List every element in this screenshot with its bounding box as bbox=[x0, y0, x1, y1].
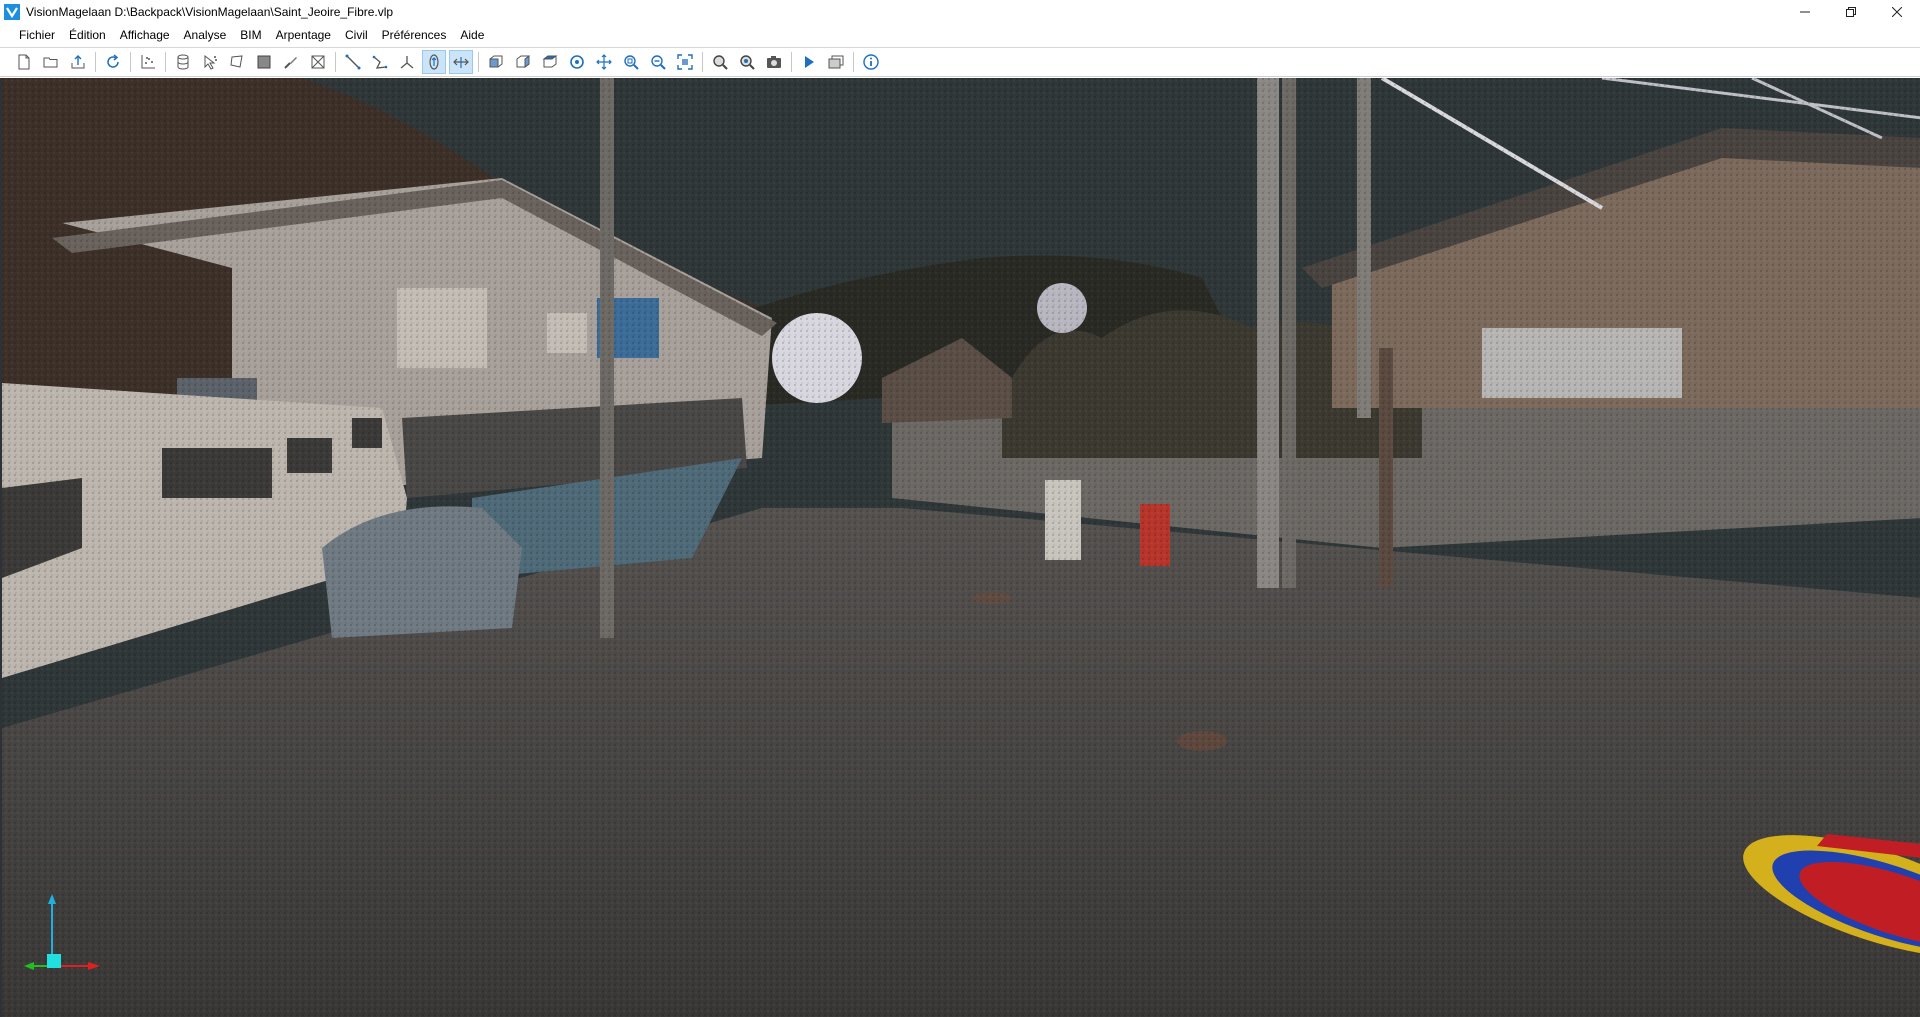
rotate-view-button[interactable] bbox=[565, 50, 589, 74]
select-points-button[interactable] bbox=[198, 50, 222, 74]
play-icon bbox=[805, 56, 814, 68]
zoom-extents-button[interactable] bbox=[673, 50, 697, 74]
restore-button[interactable] bbox=[1828, 0, 1874, 24]
pan-mode-icon bbox=[453, 57, 469, 68]
select-points-icon bbox=[204, 54, 217, 70]
measure-polyline-icon bbox=[372, 55, 388, 69]
scatter-plot-icon bbox=[141, 55, 155, 69]
edit-points-icon bbox=[284, 57, 297, 69]
toolbar-separator bbox=[95, 52, 96, 72]
view-side-icon bbox=[516, 55, 530, 68]
rotate-view-icon bbox=[570, 55, 584, 69]
search-button[interactable] bbox=[708, 50, 732, 74]
title-bar: VisionMagelaan D:\Backpack\VisionMagelaa… bbox=[0, 0, 1920, 24]
toolbar-separator bbox=[791, 52, 792, 72]
window-title: VisionMagelaan D:\Backpack\VisionMagelaa… bbox=[26, 5, 394, 19]
move-view-button[interactable] bbox=[592, 50, 616, 74]
info-icon bbox=[863, 54, 879, 70]
close-button[interactable] bbox=[1874, 0, 1920, 24]
move-view-icon bbox=[596, 54, 612, 70]
toolbar-separator bbox=[853, 52, 854, 72]
zoom-out-icon bbox=[651, 55, 666, 70]
search-icon bbox=[713, 55, 728, 70]
scatter-plot-button[interactable] bbox=[136, 50, 160, 74]
point-cloud-viewport[interactable] bbox=[0, 78, 1920, 1017]
camera-button[interactable] bbox=[762, 50, 786, 74]
measure-distance-icon bbox=[345, 54, 361, 70]
windows-button[interactable] bbox=[824, 50, 848, 74]
windows-icon bbox=[828, 55, 844, 69]
target-search-icon bbox=[740, 55, 755, 70]
toolbar-separator bbox=[335, 52, 336, 72]
view-side-button[interactable] bbox=[511, 50, 535, 74]
edit-points-button[interactable] bbox=[279, 50, 303, 74]
menu-analyse[interactable]: Analyse bbox=[177, 24, 234, 46]
measure-polyline-button[interactable] bbox=[368, 50, 392, 74]
database-button[interactable] bbox=[171, 50, 195, 74]
minimize-button[interactable] bbox=[1782, 0, 1828, 24]
refresh-button[interactable] bbox=[101, 50, 125, 74]
coordinate-axes-button[interactable] bbox=[395, 50, 419, 74]
camera-icon bbox=[767, 56, 781, 68]
toolbar-separator bbox=[130, 52, 131, 72]
target-search-button[interactable] bbox=[735, 50, 759, 74]
toolbar-separator bbox=[165, 52, 166, 72]
zoom-window-button[interactable] bbox=[619, 50, 643, 74]
menu-affichage[interactable]: Affichage bbox=[113, 24, 177, 46]
clip-box-button[interactable] bbox=[252, 50, 276, 74]
open-file-button[interactable] bbox=[39, 50, 63, 74]
segment-button[interactable] bbox=[306, 50, 330, 74]
info-button[interactable] bbox=[859, 50, 883, 74]
restore-icon bbox=[1846, 7, 1856, 17]
clip-box-icon bbox=[257, 55, 271, 69]
orbit-mode-icon bbox=[429, 54, 439, 70]
toolbar-separator bbox=[478, 52, 479, 72]
menu-bim[interactable]: BIM bbox=[233, 24, 268, 46]
menu-fichier[interactable]: Fichier bbox=[12, 24, 62, 46]
new-file-icon bbox=[18, 54, 30, 70]
orbit-mode-button[interactable] bbox=[422, 50, 446, 74]
window-controls bbox=[1782, 0, 1920, 24]
close-icon bbox=[1892, 7, 1902, 17]
coordinate-axes-icon bbox=[400, 56, 414, 69]
new-file-button[interactable] bbox=[12, 50, 36, 74]
toolbar-separator bbox=[702, 52, 703, 72]
zoom-extents-icon bbox=[677, 54, 693, 70]
refresh-icon bbox=[107, 54, 119, 68]
minimize-icon bbox=[1800, 11, 1810, 13]
main-toolbar bbox=[0, 47, 1920, 77]
view-top-icon bbox=[542, 55, 558, 68]
zoom-window-icon bbox=[624, 55, 639, 70]
view-top-button[interactable] bbox=[538, 50, 562, 74]
view-front-button[interactable] bbox=[484, 50, 508, 74]
visionmagelaan-logo-icon bbox=[4, 4, 20, 20]
view-front-icon bbox=[489, 55, 503, 68]
zoom-out-button[interactable] bbox=[646, 50, 670, 74]
database-icon bbox=[177, 54, 189, 70]
pan-mode-button[interactable] bbox=[449, 50, 473, 74]
menu-bar: Fichier Édition Affichage Analyse BIM Ar… bbox=[0, 24, 1920, 46]
menu-aide[interactable]: Aide bbox=[453, 24, 491, 46]
polygon-icon bbox=[230, 55, 243, 68]
play-button[interactable] bbox=[797, 50, 821, 74]
point-cloud-scene[interactable] bbox=[2, 78, 1920, 1017]
axis-gizmo bbox=[24, 894, 100, 970]
menu-arpentage[interactable]: Arpentage bbox=[269, 24, 338, 46]
open-folder-icon bbox=[43, 57, 58, 68]
menu-preferences[interactable]: Préférences bbox=[375, 24, 454, 46]
export-icon bbox=[71, 55, 85, 69]
export-button[interactable] bbox=[66, 50, 90, 74]
segment-icon bbox=[311, 55, 325, 69]
menu-edition[interactable]: Édition bbox=[62, 24, 113, 46]
polygon-button[interactable] bbox=[225, 50, 249, 74]
measure-distance-button[interactable] bbox=[341, 50, 365, 74]
menu-civil[interactable]: Civil bbox=[338, 24, 375, 46]
navigation-cursor-marker bbox=[1743, 834, 1920, 956]
